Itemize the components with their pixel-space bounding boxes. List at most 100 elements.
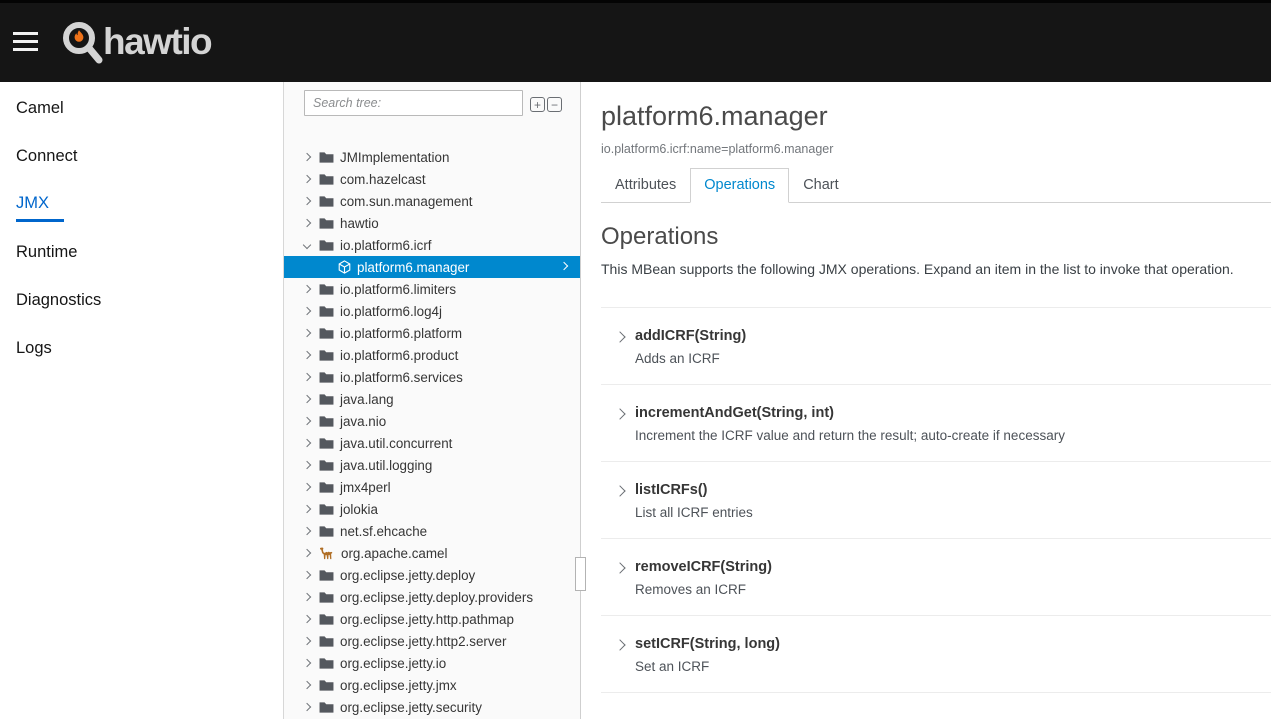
tab-operations[interactable]: Operations [690, 168, 789, 203]
chevron-right-icon[interactable] [303, 307, 311, 315]
masthead: hawtio [0, 0, 1271, 82]
tree-item-com-sun-management[interactable]: com.sun.management [284, 190, 580, 212]
chevron-right-icon[interactable] [303, 351, 311, 359]
operation-description: Increment the ICRF value and return the … [635, 428, 1271, 444]
tree-item-jolokia[interactable]: jolokia [284, 498, 580, 520]
tree-item-label: jmx4perl [340, 480, 391, 495]
nav-item-label: Connect [16, 147, 77, 166]
chevron-right-icon[interactable] [303, 637, 311, 645]
folder-icon [319, 415, 334, 428]
chevron-right-icon [560, 262, 568, 270]
nav-item-runtime[interactable]: Runtime [0, 228, 283, 276]
tree-search-input[interactable] [304, 90, 523, 116]
tree-item-org-eclipse-jetty-deploy[interactable]: org.eclipse.jetty.deploy [284, 564, 580, 586]
chevron-right-icon[interactable] [303, 329, 311, 337]
chevron-right-icon[interactable] [303, 593, 311, 601]
chevron-right-icon[interactable] [303, 461, 311, 469]
chevron-right-icon[interactable] [303, 505, 311, 513]
tree-item-io-platform6-limiters[interactable]: io.platform6.limiters [284, 278, 580, 300]
hawtio-logo[interactable]: hawtio [60, 19, 211, 65]
expand-all-button[interactable]: + [530, 97, 545, 112]
operation-item-seticrf[interactable]: setICRF(String, long)Set an ICRF [601, 615, 1271, 692]
tree-item-io-platform6-log4j[interactable]: io.platform6.log4j [284, 300, 580, 322]
chevron-down-icon[interactable] [303, 241, 311, 249]
tree-item-label: java.lang [340, 392, 394, 407]
tree-item-io-platform6-product[interactable]: io.platform6.product [284, 344, 580, 366]
tree-item-java-lang[interactable]: java.lang [284, 388, 580, 410]
nav-item-connect[interactable]: Connect [0, 132, 283, 180]
tree-item-platform6-manager[interactable]: platform6.manager [284, 256, 580, 278]
chevron-right-icon[interactable] [303, 153, 311, 161]
tree-item-label: org.eclipse.jetty.http2.server [340, 634, 506, 649]
chevron-right-icon[interactable] [303, 549, 311, 557]
chevron-right-icon[interactable] [303, 373, 311, 381]
tree-item-org-eclipse-jetty-http-pathmap[interactable]: org.eclipse.jetty.http.pathmap [284, 608, 580, 630]
folder-icon [319, 195, 334, 208]
tree-item-org-eclipse-jetty-io[interactable]: org.eclipse.jetty.io [284, 652, 580, 674]
tree-item-java-nio[interactable]: java.nio [284, 410, 580, 432]
operations-list: addICRF(String)Adds an ICRFincrementAndG… [601, 307, 1271, 693]
chevron-right-icon[interactable] [303, 571, 311, 579]
tree-item-hawtio[interactable]: hawtio [284, 212, 580, 234]
tree-item-org-apache-camel[interactable]: org.apache.camel [284, 542, 580, 564]
chevron-right-icon[interactable] [303, 659, 311, 667]
tree-item-net-sf-ehcache[interactable]: net.sf.ehcache [284, 520, 580, 542]
nav-item-camel[interactable]: Camel [0, 84, 283, 132]
nav-item-label: JMX [16, 194, 64, 222]
chevron-right-icon[interactable] [614, 408, 625, 419]
tab-attributes[interactable]: Attributes [601, 168, 690, 203]
tree-item-label: org.eclipse.jetty.http.pathmap [340, 612, 514, 627]
nav-item-label: Logs [16, 339, 52, 358]
chevron-right-icon[interactable] [303, 175, 311, 183]
tab-chart[interactable]: Chart [789, 168, 852, 203]
tree-item-org-eclipse-jetty-jmx[interactable]: org.eclipse.jetty.jmx [284, 674, 580, 696]
top-strip [0, 0, 1271, 3]
folder-icon [319, 151, 334, 164]
tree-item-java-util-logging[interactable]: java.util.logging [284, 454, 580, 476]
nav-item-logs[interactable]: Logs [0, 324, 283, 372]
tree-item-io-platform6-services[interactable]: io.platform6.services [284, 366, 580, 388]
chevron-right-icon[interactable] [614, 562, 625, 573]
folder-icon [319, 305, 334, 318]
chevron-right-icon[interactable] [303, 703, 311, 711]
chevron-right-icon[interactable] [303, 417, 311, 425]
chevron-right-icon[interactable] [303, 219, 311, 227]
chevron-right-icon[interactable] [614, 331, 625, 342]
tree-item-java-util-concurrent[interactable]: java.util.concurrent [284, 432, 580, 454]
folder-icon [319, 393, 334, 406]
operation-item-listicrfs[interactable]: listICRFs()List all ICRF entries [601, 461, 1271, 538]
tree-item-jmx4perl[interactable]: jmx4perl [284, 476, 580, 498]
nav-item-jmx[interactable]: JMX [0, 180, 283, 228]
nav-item-diagnostics[interactable]: Diagnostics [0, 276, 283, 324]
panel-resize-handle[interactable] [575, 557, 586, 591]
collapse-all-button[interactable]: − [547, 97, 562, 112]
tree-item-label: org.eclipse.jetty.deploy [340, 568, 475, 583]
folder-icon [319, 349, 334, 362]
chevron-right-icon[interactable] [303, 395, 311, 403]
chevron-right-icon[interactable] [303, 527, 311, 535]
operation-item-incrementandget[interactable]: incrementAndGet(String, int)Increment th… [601, 384, 1271, 461]
operation-signature: listICRFs() [635, 481, 1271, 499]
chevron-right-icon[interactable] [303, 681, 311, 689]
operation-item-removeicrf[interactable]: removeICRF(String)Removes an ICRF [601, 538, 1271, 615]
tree-item-com-hazelcast[interactable]: com.hazelcast [284, 168, 580, 190]
nav-toggle-button[interactable] [13, 32, 38, 51]
operation-item-addicrf[interactable]: addICRF(String)Adds an ICRF [601, 307, 1271, 384]
tree-item-label: java.nio [340, 414, 386, 429]
tree-item-io-platform6-platform[interactable]: io.platform6.platform [284, 322, 580, 344]
chevron-right-icon[interactable] [303, 615, 311, 623]
chevron-right-icon[interactable] [303, 197, 311, 205]
nav-item-label: Runtime [16, 243, 77, 262]
tree-item-label: com.hazelcast [340, 172, 426, 187]
chevron-right-icon[interactable] [614, 639, 625, 650]
tree-item-org-eclipse-jetty-http2-server[interactable]: org.eclipse.jetty.http2.server [284, 630, 580, 652]
chevron-right-icon[interactable] [614, 485, 625, 496]
chevron-right-icon[interactable] [303, 439, 311, 447]
tree-item-org-eclipse-jetty-deploy-providers[interactable]: org.eclipse.jetty.deploy.providers [284, 586, 580, 608]
page-title: platform6.manager [601, 98, 1271, 134]
tree-item-jmimplementation[interactable]: JMImplementation [284, 146, 580, 168]
chevron-right-icon[interactable] [303, 285, 311, 293]
tree-item-org-eclipse-jetty-security[interactable]: org.eclipse.jetty.security [284, 696, 580, 718]
chevron-right-icon[interactable] [303, 483, 311, 491]
tree-item-io-platform6-icrf[interactable]: io.platform6.icrf [284, 234, 580, 256]
